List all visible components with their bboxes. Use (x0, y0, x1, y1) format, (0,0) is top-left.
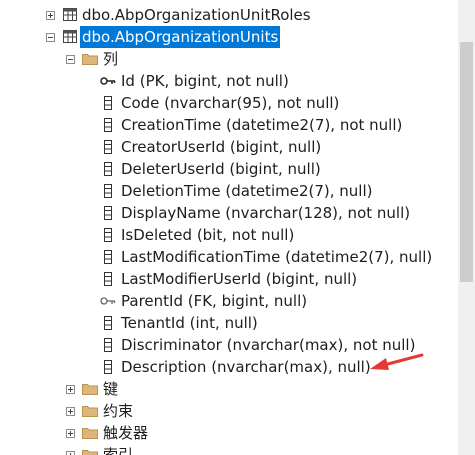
tree-node-folder-constraints[interactable]: 约束 (0, 400, 300, 422)
expand-toggle[interactable] (66, 451, 75, 455)
folder-label: 触发器 (103, 424, 149, 442)
column-label: Code (nvarchar(95), not null) (121, 94, 340, 112)
tree-node-column[interactable]: DeleterUserId (bigint, null) (0, 158, 440, 180)
tree-node-folder-triggers[interactable]: 触发器 (0, 422, 300, 444)
folder-icon (82, 428, 98, 439)
table-label: dbo.AbpOrganizationUnits (80, 26, 281, 48)
column-icon (104, 360, 112, 374)
column-label: IsDeleted (bit, not null) (121, 226, 295, 244)
tree-node-column[interactable]: LastModificationTime (datetime2(7), null… (0, 246, 440, 268)
tree-node-columns-folder[interactable]: 列 (0, 48, 300, 70)
tree-node-table-roles[interactable]: dbo.AbpOrganizationUnitRoles (0, 4, 400, 26)
column-icon (104, 250, 112, 264)
folder-label: 约束 (103, 402, 134, 420)
column-label: DeletionTime (datetime2(7), null) (121, 182, 373, 200)
tree-node-folder-keys[interactable]: 键 (0, 378, 300, 400)
column-icon (104, 118, 112, 132)
tree-node-column[interactable]: Description (nvarchar(max), null) (0, 356, 440, 378)
column-icon (104, 338, 112, 352)
folder-label: 索引 (103, 446, 134, 455)
table-icon (63, 30, 77, 43)
tree-node-column[interactable]: LastModifierUserId (bigint, null) (0, 268, 440, 290)
column-icon (104, 206, 112, 220)
folder-label: 列 (103, 50, 119, 68)
column-label: Discriminator (nvarchar(max), not null) (121, 336, 416, 354)
column-label: DisplayName (nvarchar(128), not null) (121, 204, 411, 222)
object-explorer-tree: dbo.AbpOrganizationUnitRoles dbo.AbpOrga… (0, 0, 458, 455)
column-label: Description (nvarchar(max), null) (121, 358, 371, 376)
column-label: TenantId (int, null) (121, 314, 258, 332)
column-icon (104, 316, 112, 330)
foreign-key-icon (100, 297, 116, 305)
column-label: Id (PK, bigint, not null) (121, 72, 289, 90)
column-label: DeleterUserId (bigint, null) (121, 160, 321, 178)
tree-node-column[interactable]: Discriminator (nvarchar(max), not null) (0, 334, 440, 356)
column-label: CreationTime (datetime2(7), not null) (121, 116, 403, 134)
tree-node-column[interactable]: CreatorUserId (bigint, null) (0, 136, 440, 158)
column-icon (104, 228, 112, 242)
expand-toggle[interactable] (46, 11, 55, 20)
column-icon (104, 162, 112, 176)
tree-node-column[interactable]: Code (nvarchar(95), not null) (0, 92, 440, 114)
collapse-toggle[interactable] (66, 55, 75, 64)
column-icon (104, 184, 112, 198)
column-icon (104, 96, 112, 110)
expand-toggle[interactable] (66, 385, 75, 394)
folder-label: 键 (103, 380, 119, 398)
column-label: ParentId (FK, bigint, null) (121, 292, 308, 310)
column-icon (104, 140, 112, 154)
expand-toggle[interactable] (66, 429, 75, 438)
vertical-scrollbar[interactable] (458, 0, 475, 455)
column-icon (104, 272, 112, 286)
column-label: LastModifierUserId (bigint, null) (121, 270, 358, 288)
tree-node-table-units[interactable]: dbo.AbpOrganizationUnits (0, 26, 400, 48)
tree-node-column[interactable]: Id (PK, bigint, not null) (0, 70, 440, 92)
tree-node-column[interactable]: ParentId (FK, bigint, null) (0, 290, 440, 312)
expand-toggle[interactable] (66, 407, 75, 416)
table-icon (63, 8, 77, 21)
column-label: LastModificationTime (datetime2(7), null… (121, 248, 433, 266)
column-label: CreatorUserId (bigint, null) (121, 138, 322, 156)
folder-icon (82, 406, 98, 417)
tree-node-column[interactable]: IsDeleted (bit, not null) (0, 224, 440, 246)
tree-node-folder-indexes[interactable]: 索引 (0, 444, 300, 455)
collapse-toggle[interactable] (46, 33, 55, 42)
folder-icon (82, 450, 98, 455)
tree-node-column[interactable]: TenantId (int, null) (0, 312, 440, 334)
tree-node-column[interactable]: DisplayName (nvarchar(128), not null) (0, 202, 440, 224)
folder-icon (82, 54, 98, 65)
scrollbar-thumb[interactable] (460, 42, 473, 282)
table-label: dbo.AbpOrganizationUnitRoles (82, 6, 311, 24)
tree-node-column[interactable]: DeletionTime (datetime2(7), null) (0, 180, 440, 202)
tree-node-column[interactable]: CreationTime (datetime2(7), not null) (0, 114, 440, 136)
folder-icon (82, 384, 98, 395)
primary-key-icon (100, 77, 116, 85)
